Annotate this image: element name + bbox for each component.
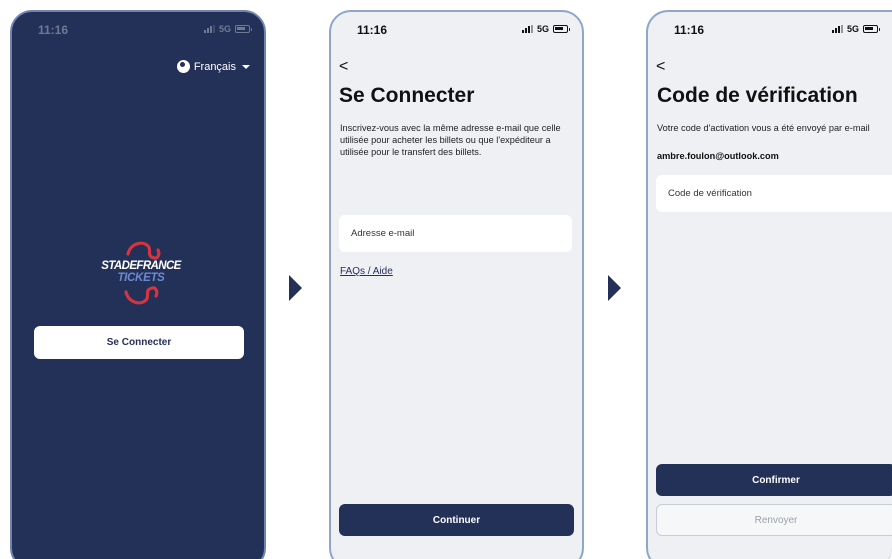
flow-arrow-icon — [608, 275, 621, 301]
logo-text-stadefrance: STADEFRANCE — [101, 260, 181, 272]
battery-icon — [863, 25, 880, 33]
verification-screen: 11:16 5G < Code de vérification Votre co… — [646, 10, 892, 559]
signal-icon — [521, 25, 533, 33]
globe-icon — [176, 60, 190, 73]
signal-icon — [203, 25, 215, 33]
flow-arrow-icon — [289, 275, 302, 301]
status-bar: 11:16 5G — [331, 23, 582, 39]
faq-link[interactable]: FAQs / Aide — [340, 266, 393, 277]
back-chevron-icon[interactable]: < — [656, 58, 665, 76]
language-selector[interactable]: Français — [176, 60, 250, 73]
verification-description: Votre code d'activation vous a été envoy… — [657, 123, 870, 133]
back-chevron-icon[interactable]: < — [339, 58, 348, 76]
continue-button[interactable]: Continuer — [339, 504, 574, 536]
user-email: ambre.foulon@outlook.com — [657, 151, 779, 161]
login-button[interactable]: Se Connecter — [34, 326, 244, 359]
signal-icon — [831, 25, 843, 33]
verification-code-field[interactable]: Code de vérification — [656, 175, 892, 212]
stadefrance-tickets-logo: STADEFRANCE TICKETS — [86, 236, 196, 316]
login-description: Inscrivez-vous avec la même adresse e-ma… — [340, 123, 561, 157]
email-field[interactable]: Adresse e-mail — [339, 215, 572, 252]
network-label: 5G — [218, 24, 231, 34]
page-title: Se Connecter — [339, 84, 475, 107]
login-screen: 11:16 5G < Se Connecter Inscrivez-vous a… — [329, 10, 584, 559]
caret-down-icon — [242, 64, 250, 69]
language-label: Français — [193, 60, 236, 73]
logo-text-tickets: TICKETS — [117, 272, 165, 284]
welcome-screen: 11:16 5G Français STADEFRANCE TICKETS Se… — [10, 10, 266, 559]
status-time: 11:16 — [38, 23, 69, 37]
battery-icon — [235, 25, 252, 33]
status-bar: 11:16 5G — [12, 23, 264, 39]
page-title: Code de vérification — [657, 84, 858, 107]
status-time: 11:16 — [674, 23, 705, 37]
network-label: 5G — [536, 24, 549, 34]
status-bar: 11:16 5G — [648, 23, 892, 39]
resend-button[interactable]: Renvoyer — [656, 504, 892, 536]
status-time: 11:16 — [357, 23, 388, 37]
network-label: 5G — [846, 24, 859, 34]
battery-icon — [553, 25, 570, 33]
confirm-button[interactable]: Confirmer — [656, 464, 892, 496]
